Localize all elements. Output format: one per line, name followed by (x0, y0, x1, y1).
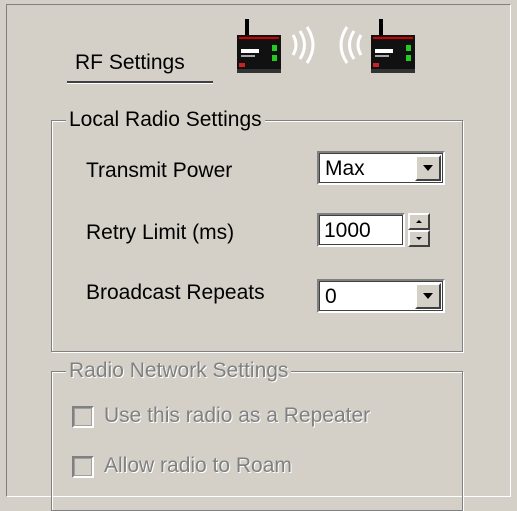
radio-receiver-icon (371, 19, 415, 73)
retry-limit-input[interactable]: 1000 (317, 213, 405, 247)
local-radio-settings-legend: Local Radio Settings (66, 108, 265, 132)
radio-network-settings-legend: Radio Network Settings (66, 359, 292, 383)
local-radio-settings-group: Local Radio Settings Transmit Power Max … (51, 108, 463, 352)
radio-network-settings-group: Radio Network Settings Use this radio as… (51, 359, 463, 511)
repeater-label: Use this radio as a Repeater (104, 404, 371, 427)
radio-transmitter-icon (237, 19, 281, 73)
chevron-down-icon (423, 293, 433, 299)
transmit-power-label: Transmit Power (86, 159, 233, 182)
broadcast-repeats-select[interactable]: 0 (317, 279, 445, 313)
page-title: RF Settings (75, 51, 185, 74)
broadcast-repeats-label: Broadcast Repeats (86, 281, 265, 304)
repeater-checkbox[interactable] (72, 406, 94, 428)
broadcast-repeats-value: 0 (325, 285, 337, 308)
arrow-up-icon (416, 220, 422, 223)
retry-limit-label: Retry Limit (ms) (86, 221, 235, 244)
broadcast-repeats-dropdown-button[interactable] (415, 283, 441, 309)
retry-limit-increment-button[interactable] (408, 213, 430, 230)
transmit-power-select[interactable]: Max (317, 151, 445, 185)
retry-limit-value: 1000 (324, 219, 371, 242)
retry-limit-decrement-button[interactable] (408, 230, 430, 247)
transmit-power-dropdown-button[interactable] (415, 155, 441, 181)
title-underline (67, 81, 213, 84)
transmit-power-value: Max (325, 157, 365, 180)
chevron-down-icon (423, 165, 433, 171)
roam-label: Allow radio to Roam (104, 454, 292, 477)
rf-settings-panel: RF Settings Local Radio Settings Transmi… (6, 4, 511, 511)
arrow-down-icon (416, 237, 422, 240)
roam-checkbox[interactable] (72, 456, 94, 478)
radio-waves-icon (291, 26, 363, 64)
